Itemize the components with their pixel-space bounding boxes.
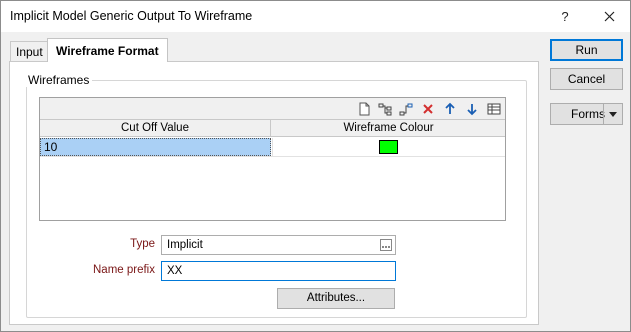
type-field[interactable]: Implicit bbox=[161, 235, 396, 255]
table-icon[interactable] bbox=[486, 101, 502, 117]
grid-header: Cut Off Value Wireframe Colour bbox=[40, 120, 505, 137]
help-button[interactable]: ? bbox=[551, 5, 579, 27]
browse-icon[interactable] bbox=[380, 239, 392, 251]
grid-toolbar bbox=[40, 98, 505, 120]
append-row-icon[interactable] bbox=[398, 101, 414, 117]
type-value: Implicit bbox=[167, 239, 203, 251]
insert-row-icon[interactable] bbox=[377, 101, 393, 117]
tab-input[interactable]: Input bbox=[10, 41, 49, 61]
attributes-button[interactable]: Attributes... bbox=[277, 288, 395, 309]
wireframes-grid: Cut Off Value Wireframe Colour 10 bbox=[39, 97, 506, 221]
name-prefix-input[interactable]: XX bbox=[161, 261, 396, 281]
dialog-window: Implicit Model Generic Output To Wirefra… bbox=[0, 0, 631, 332]
tab-input-label: Input bbox=[16, 44, 43, 59]
run-button-label: Run bbox=[575, 43, 598, 57]
delete-icon[interactable] bbox=[420, 101, 436, 117]
chevron-down-icon bbox=[609, 111, 617, 117]
new-icon[interactable] bbox=[356, 101, 372, 117]
cut-off-value-cell[interactable]: 10 bbox=[40, 138, 271, 156]
cancel-button-label: Cancel bbox=[567, 72, 606, 86]
forms-button-label: Forms bbox=[571, 107, 605, 121]
forms-dropdown-button[interactable] bbox=[603, 104, 622, 124]
title-bar: Implicit Model Generic Output To Wirefra… bbox=[1, 1, 630, 32]
wireframe-colour-cell[interactable] bbox=[272, 138, 505, 156]
table-row[interactable]: 10 bbox=[40, 138, 505, 157]
wireframes-group-label: Wireframes bbox=[25, 73, 93, 87]
close-icon bbox=[604, 11, 614, 21]
close-button[interactable] bbox=[595, 5, 623, 27]
cancel-button[interactable]: Cancel bbox=[550, 68, 623, 90]
type-label: Type bbox=[130, 238, 155, 250]
move-up-icon[interactable] bbox=[442, 101, 458, 117]
name-prefix-label: Name prefix bbox=[93, 264, 155, 276]
window-title: Implicit Model Generic Output To Wirefra… bbox=[10, 9, 253, 23]
colour-swatch[interactable] bbox=[379, 140, 398, 154]
run-button[interactable]: Run bbox=[550, 39, 623, 61]
column-header-cut-off-value[interactable]: Cut Off Value bbox=[40, 120, 271, 137]
tab-wireframe-format-label: Wireframe Format bbox=[56, 43, 159, 58]
tab-wireframe-format[interactable]: Wireframe Format bbox=[47, 38, 168, 62]
column-header-wireframe-colour[interactable]: Wireframe Colour bbox=[272, 120, 505, 137]
move-down-icon[interactable] bbox=[464, 101, 480, 117]
